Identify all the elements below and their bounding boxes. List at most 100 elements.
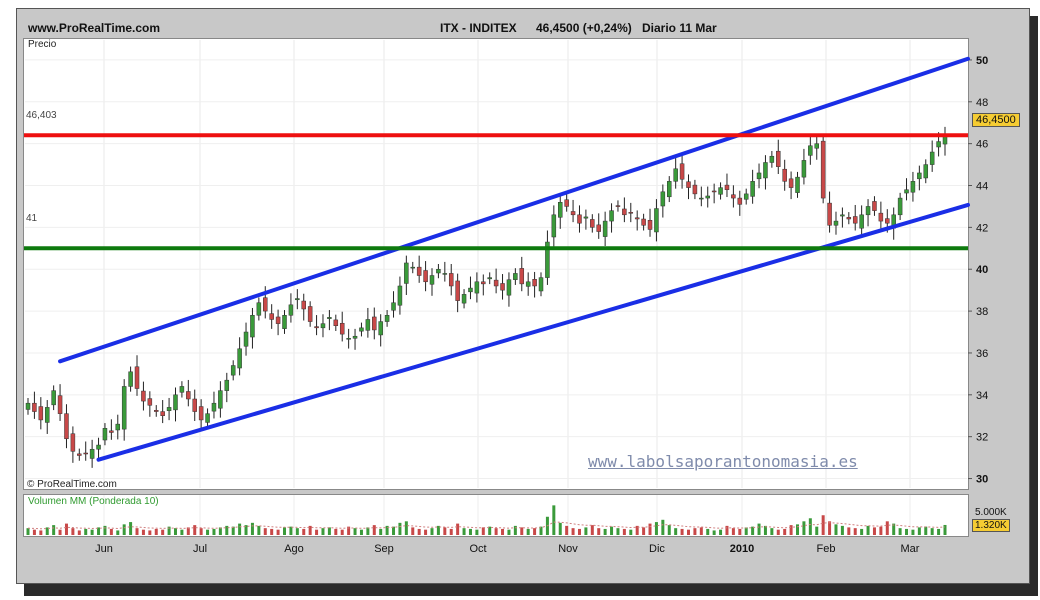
candle-body [115,423,121,431]
candle-body [590,219,595,228]
volume-bar [610,526,614,535]
volume-bar [860,528,864,535]
x-tick-label: Mar [901,543,920,555]
y-tick-label: 34 [976,390,988,402]
candle-body [737,197,743,205]
candle-body [230,365,236,376]
candle-body [852,216,858,224]
volume-bar [834,524,838,535]
volume-bar [289,526,293,535]
candle-body [461,294,467,304]
volume-bar [212,528,216,535]
candle-body [929,151,935,165]
volume-bar [398,522,402,535]
volume-bar [674,528,678,535]
candle-body [679,163,685,180]
volume-bar [828,521,832,535]
candle-body [269,313,274,320]
volume-bar [776,529,780,535]
volume-bar [468,528,472,535]
candle-body [885,218,890,224]
x-tick-label: Ago [284,543,304,555]
volume-bar [122,524,126,535]
candle-body [410,266,416,269]
volume-bar [885,521,889,535]
candle-body [301,300,306,310]
candle-body [404,262,409,284]
candle-body [872,201,877,211]
last-price-tag: 46,4500 [972,113,1020,127]
volume-bar [116,530,120,535]
candle-body [782,168,787,182]
volume-bar [840,525,844,535]
volume-bar [648,523,652,535]
volume-bar [680,528,684,535]
volume-bar [911,529,915,535]
y-tick-label: 32 [976,432,988,444]
y-tick-label: 46 [976,139,988,151]
volume-bar [943,524,947,535]
volume-bar [847,527,851,535]
candle-body [205,413,210,423]
candle-body [128,371,133,387]
volume-bar [565,525,569,535]
candle-body [173,394,178,411]
candle-body [429,275,435,285]
volume-bar [879,526,883,535]
x-tick-label: 2010 [730,543,754,555]
candle-body [801,160,807,178]
watermark-link[interactable]: www.labolsaporantonomasia.es [588,452,858,471]
volume-bar [315,529,319,535]
candle-body [359,327,364,332]
volume-bar [77,530,81,535]
candle-body [250,315,255,338]
candle-body [493,279,499,287]
volume-bar [654,522,658,535]
candle-body [442,273,448,275]
candle-body [910,181,916,193]
volume-bar [783,528,787,535]
volume-bar [513,525,517,535]
candle-body [263,297,268,312]
candle-body [57,395,63,414]
volume-bar [642,527,646,535]
volume-bar [808,518,812,535]
price-axis-title: Precio [28,39,57,50]
volume-bar [937,528,941,535]
candle-body [686,181,691,188]
volume-bar [731,528,735,535]
candle-body [314,326,319,329]
volume-bar [270,528,274,535]
candle-body [243,331,249,347]
candle-body [859,214,864,229]
candle-body [878,212,884,222]
volume-bar [340,529,344,535]
candle-body [628,212,634,214]
candle-body [487,277,492,280]
candle-body [384,315,390,322]
volume-moving-average [27,521,946,530]
candle-body [237,348,242,369]
candle-body [141,390,146,402]
volume-bar [866,525,870,535]
candle-body [936,141,941,148]
volume-bar [616,528,620,535]
candle-body [51,390,56,406]
candle-body [551,214,557,238]
candle-body [532,279,537,287]
resistance-label: 46,403 [26,110,57,121]
volume-bar [526,528,530,535]
candle-body [699,197,704,200]
candle-body [525,281,531,287]
y-tick-label: 30 [976,474,988,486]
candle-body [583,216,589,219]
volume-bar [706,528,710,535]
candle-body [570,211,576,216]
volume-bar [109,528,113,535]
candle-body [32,402,37,412]
volume-bar [141,529,145,535]
volume-bar [424,529,428,535]
volume-bar [263,528,267,535]
volume-bar [725,525,729,535]
volume-bar [372,525,376,535]
